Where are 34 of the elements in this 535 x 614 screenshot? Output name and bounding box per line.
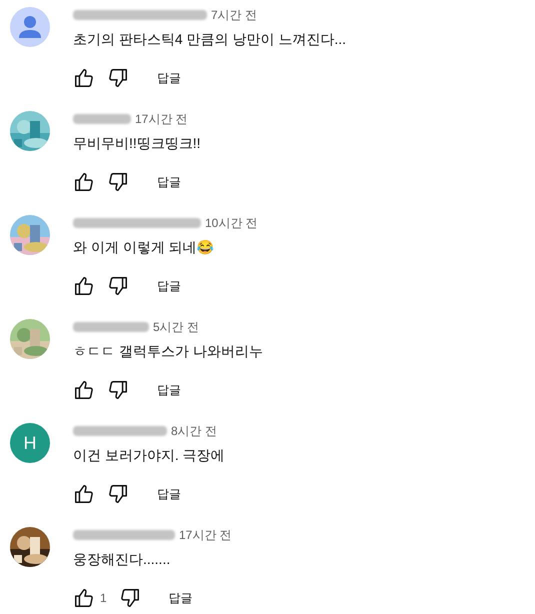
- thumbs-up-icon[interactable]: [73, 171, 95, 193]
- reply-button[interactable]: 답글: [157, 69, 181, 87]
- avatar-icon: [10, 7, 50, 47]
- thumbs-up-icon[interactable]: [73, 67, 95, 89]
- comment-time: 17시간 전: [179, 527, 232, 544]
- thumbs-up-icon[interactable]: [73, 587, 95, 609]
- comment-text: 이건 보러가야지. 극장에: [73, 446, 225, 465]
- thumbs-down-icon[interactable]: [118, 587, 141, 609]
- reply-button[interactable]: 답글: [157, 173, 181, 191]
- comment-time: 8시간 전: [171, 423, 218, 440]
- thumbs-up-icon[interactable]: [73, 275, 95, 297]
- thumbs-up-icon[interactable]: [73, 483, 95, 505]
- comment-time: 17시간 전: [135, 111, 188, 128]
- reply-button[interactable]: 답글: [157, 277, 181, 295]
- comment-time: 5시간 전: [153, 319, 200, 336]
- reply-button[interactable]: 답글: [157, 485, 181, 503]
- thumbs-up-icon[interactable]: [73, 379, 95, 401]
- comment-text: 무비무비!!띵크띵크!!: [73, 134, 201, 153]
- blurred-username: [73, 114, 131, 124]
- thumbs-down-icon[interactable]: [107, 483, 129, 505]
- reply-button[interactable]: 답글: [168, 589, 193, 607]
- comment-time: 10시간 전: [205, 215, 258, 232]
- comment-text: 초기의 판타스틱4 만큼의 낭만이 느껴진다...: [73, 30, 346, 49]
- thumbs-down-icon[interactable]: [107, 275, 129, 297]
- comment-time: 7시간 전: [211, 7, 258, 24]
- like-count: 1: [100, 590, 107, 607]
- letter-avatar: H: [10, 423, 50, 463]
- comment-text: 와 이게 이렇게 되네😂: [73, 238, 215, 257]
- thumbs-down-icon[interactable]: [107, 171, 129, 193]
- thumbs-down-icon[interactable]: [107, 379, 129, 401]
- reply-button[interactable]: 답글: [157, 381, 181, 399]
- comment-text: 웅장해진다.......: [73, 550, 172, 569]
- thumbs-down-icon[interactable]: [107, 67, 129, 89]
- comment-text: ㅎㄷㄷ 갤럭투스가 나와버리누: [73, 342, 263, 361]
